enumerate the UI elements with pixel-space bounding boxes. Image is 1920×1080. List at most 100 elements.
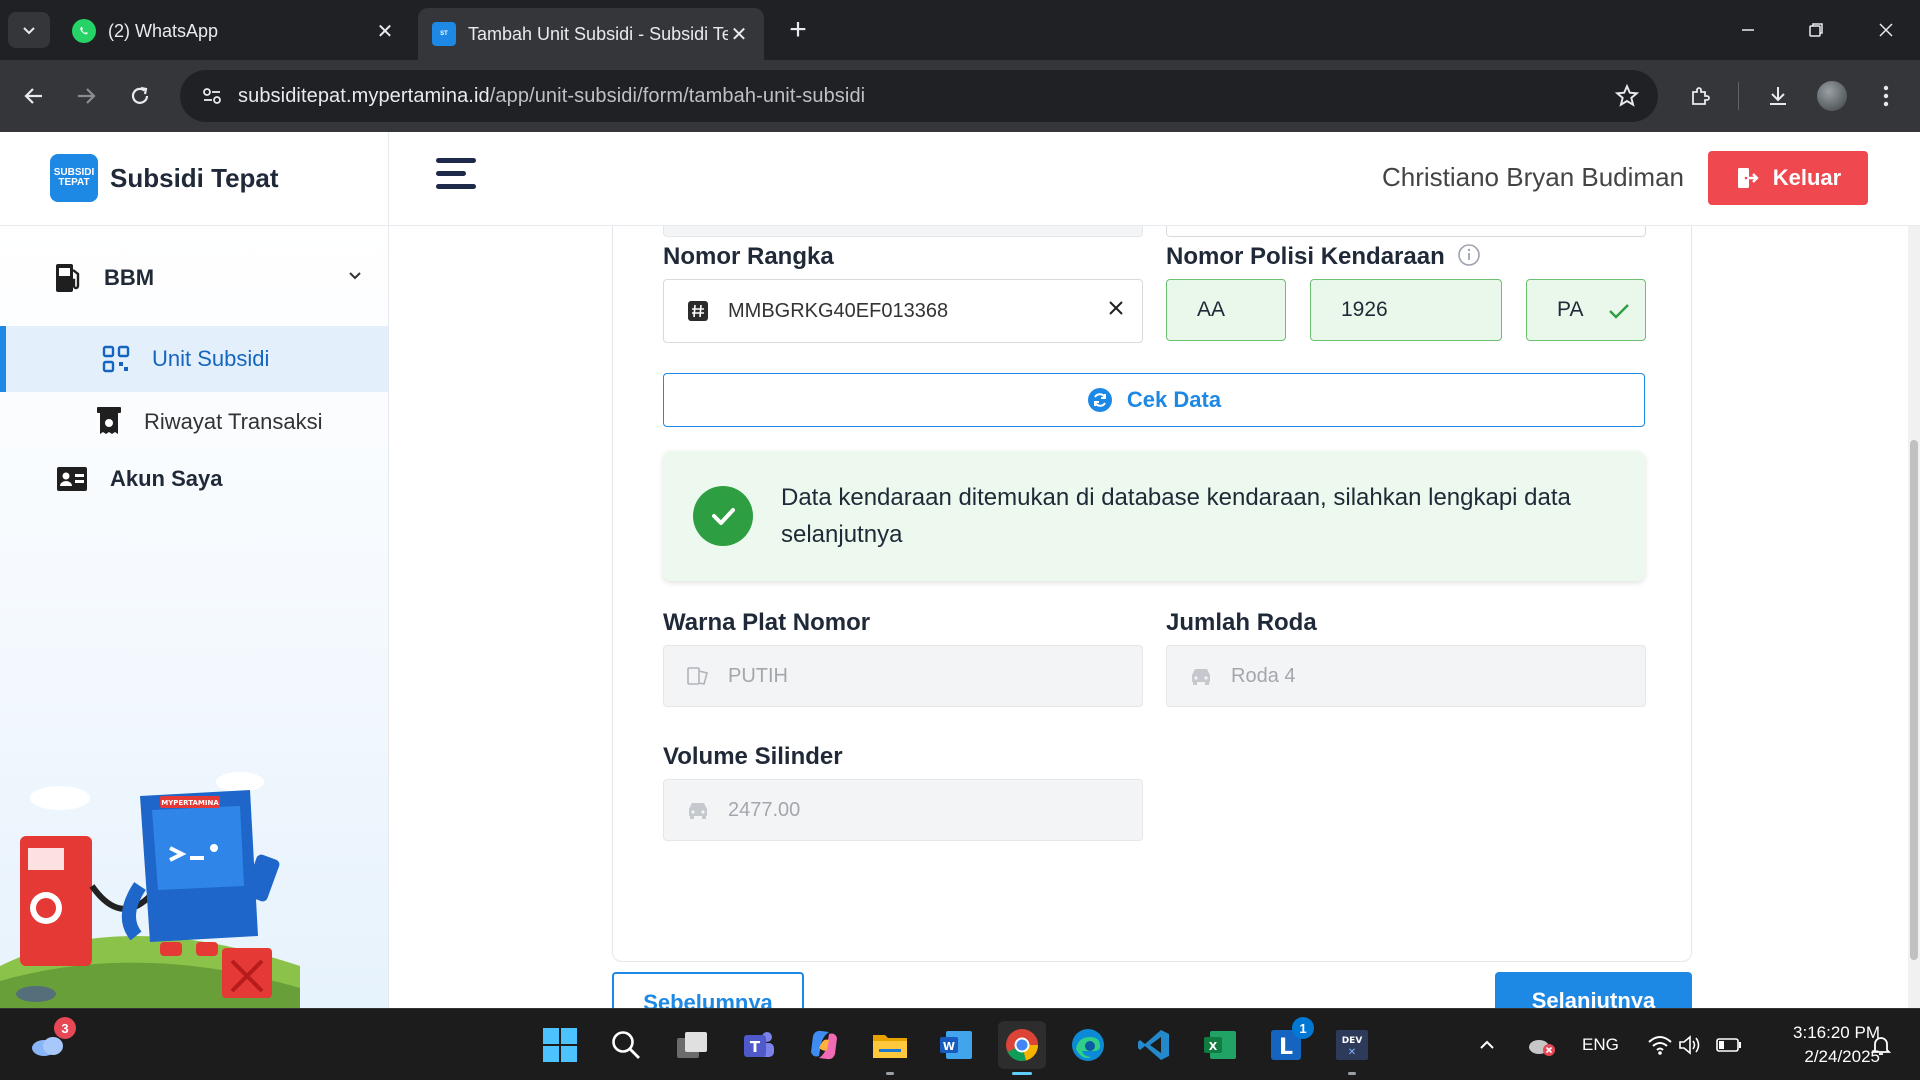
mascot-brand-text: MYPERTAMINA — [161, 799, 219, 807]
tab-whatsapp[interactable]: (2) WhatsApp ✕ — [58, 10, 410, 52]
restore-icon — [1809, 23, 1823, 37]
taskbar-file-explorer[interactable] — [866, 1021, 914, 1075]
new-tab-button[interactable]: + — [780, 12, 816, 48]
excel-icon: X — [1204, 1031, 1236, 1059]
volume-silinder-label: Volume Silinder — [663, 743, 843, 770]
svg-text:L: L — [1279, 1035, 1293, 1060]
clock-time: 3:16:20 PM — [1793, 1023, 1880, 1042]
hash-icon — [682, 300, 714, 322]
lync-badge: 1 — [1292, 1017, 1314, 1039]
battery-icon — [1716, 1038, 1741, 1052]
tab-close-icon[interactable]: ✕ — [374, 19, 396, 44]
url-host: subsiditepat.mypertamina.id — [238, 84, 490, 107]
close-window-button[interactable] — [1856, 10, 1916, 50]
cek-data-button[interactable]: Cek Data — [663, 373, 1645, 427]
taskbar-weather[interactable]: 3 — [24, 1017, 76, 1069]
word-icon: W — [940, 1031, 972, 1059]
taskbar-chrome[interactable] — [998, 1021, 1046, 1075]
hamburger-menu-icon[interactable] — [436, 158, 480, 198]
arrow-right-icon — [78, 88, 96, 104]
info-icon[interactable] — [1457, 243, 1481, 267]
tray-onedrive[interactable] — [1522, 1021, 1562, 1069]
taskbar-teams[interactable]: T — [734, 1021, 782, 1069]
sidebar-item-label: Unit Subsidi — [152, 346, 270, 371]
jumlah-roda-value: Roda 4 — [1231, 664, 1296, 687]
whatsapp-icon — [72, 19, 96, 43]
forward-button[interactable] — [68, 78, 104, 114]
chrome-icon — [1006, 1029, 1039, 1062]
cloud-error-icon — [1529, 1040, 1555, 1056]
car-icon — [682, 799, 714, 821]
tray-notifications[interactable] — [1864, 1021, 1898, 1069]
nomor-polisi-label: Nomor Polisi Kendaraan — [1166, 243, 1481, 271]
tab-tambah-unit-subsidi[interactable]: ST Tambah Unit Subsidi - Subsidi Tepat ✕ — [418, 8, 764, 60]
warna-plat-label: Warna Plat Nomor — [663, 609, 871, 636]
profile-button[interactable] — [1814, 78, 1850, 114]
selanjutnya-button[interactable]: Selanjutnya — [1495, 972, 1692, 1008]
language-indicator[interactable]: ENG — [1582, 1035, 1619, 1055]
site-info-icon[interactable] — [186, 70, 238, 122]
taskbar-devexpress[interactable]: DEV ✕ — [1328, 1021, 1376, 1075]
refresh-icon — [1087, 388, 1112, 412]
page-scrollbar[interactable] — [1908, 226, 1920, 1008]
close-icon — [1879, 23, 1893, 37]
taskbar-vscode[interactable] — [1130, 1021, 1178, 1069]
plat-nomor-input[interactable]: 1926 — [1310, 279, 1502, 341]
brand-name: Subsidi Tepat — [110, 162, 279, 193]
logout-button[interactable]: Keluar — [1708, 151, 1868, 205]
back-button[interactable] — [16, 78, 52, 114]
downloads-button[interactable] — [1760, 78, 1796, 114]
nomor-rangka-input[interactable]: MMBGRKG40EF013368 — [663, 279, 1143, 343]
tray-overflow-button[interactable] — [1470, 1021, 1504, 1069]
alert-message: Data kendaraan ditemukan di database ken… — [781, 484, 1571, 548]
more-vertical-icon — [1883, 85, 1889, 107]
reload-button[interactable] — [122, 78, 158, 114]
plat-kode-seri-value: PA — [1557, 298, 1584, 321]
sidebar-item-riwayat-transaksi[interactable]: Riwayat Transaksi — [96, 406, 323, 438]
plat-kode-seri-input[interactable]: PA — [1526, 279, 1646, 341]
chevron-down-icon — [23, 27, 35, 35]
tray-volume[interactable] — [1672, 1021, 1708, 1069]
extensions-button[interactable] — [1682, 78, 1718, 114]
sidebar-item-bbm[interactable]: BBM — [54, 262, 364, 294]
nomor-polisi-label-text: Nomor Polisi Kendaraan — [1166, 243, 1445, 270]
sidebar-item-unit-subsidi[interactable]: Unit Subsidi — [0, 326, 388, 392]
sebelumnya-button[interactable]: Sebelumnya — [612, 972, 804, 1008]
address-bar[interactable]: subsiditepat.mypertamina.id/app/unit-sub… — [180, 70, 1658, 122]
clear-icon[interactable] — [1108, 300, 1124, 321]
nomor-rangka-value: MMBGRKG40EF013368 — [728, 299, 949, 322]
weather-badge: 3 — [54, 1017, 76, 1039]
sidebar-item-akun-saya[interactable]: Akun Saya — [56, 466, 223, 492]
taskbar-word[interactable]: W — [932, 1021, 980, 1069]
taskbar-excel[interactable]: X — [1196, 1021, 1244, 1069]
system-clock[interactable]: 3:16:20 PM 2/24/2025 — [1760, 1021, 1880, 1069]
taskbar-search[interactable] — [602, 1021, 650, 1069]
taskbar-lync[interactable]: L 1 — [1262, 1017, 1314, 1069]
scrollbar-thumb[interactable] — [1910, 440, 1918, 960]
app-header: SUBSIDI TEPAT Subsidi Tepat Christiano Br… — [0, 132, 1920, 226]
svg-text:X: X — [1209, 1040, 1218, 1053]
svg-text:✕: ✕ — [1348, 1047, 1356, 1058]
tray-battery[interactable] — [1710, 1021, 1748, 1069]
jumlah-roda-label: Jumlah Roda — [1166, 609, 1317, 636]
edge-icon — [1072, 1029, 1104, 1061]
logout-label: Keluar — [1772, 165, 1842, 190]
tab-close-icon[interactable]: ✕ — [728, 22, 750, 47]
notification-bell-icon — [1870, 1037, 1892, 1055]
reload-icon — [131, 86, 149, 104]
main-content: Nomor Rangka MMBGRKG40EF013368 Nomor Pol… — [389, 226, 1920, 1008]
plat-kode-wilayah-input[interactable]: AA — [1166, 279, 1286, 341]
chrome-menu-button[interactable] — [1868, 78, 1904, 114]
taskbar-copilot[interactable] — [800, 1021, 848, 1069]
taskbar-task-view[interactable] — [668, 1021, 716, 1069]
bookmark-star-icon[interactable] — [1614, 83, 1640, 114]
taskbar-edge[interactable] — [1064, 1021, 1112, 1069]
previous-field-right[interactable] — [1166, 226, 1646, 237]
tab-search-button[interactable] — [8, 12, 50, 48]
restore-button[interactable] — [1786, 10, 1846, 50]
taskbar-start[interactable] — [536, 1021, 584, 1069]
minimize-button[interactable] — [1718, 10, 1778, 50]
profile-avatar — [1817, 81, 1847, 111]
svg-text:T: T — [750, 1038, 761, 1056]
brand[interactable]: SUBSIDI TEPAT Subsidi Tepat — [50, 154, 279, 202]
